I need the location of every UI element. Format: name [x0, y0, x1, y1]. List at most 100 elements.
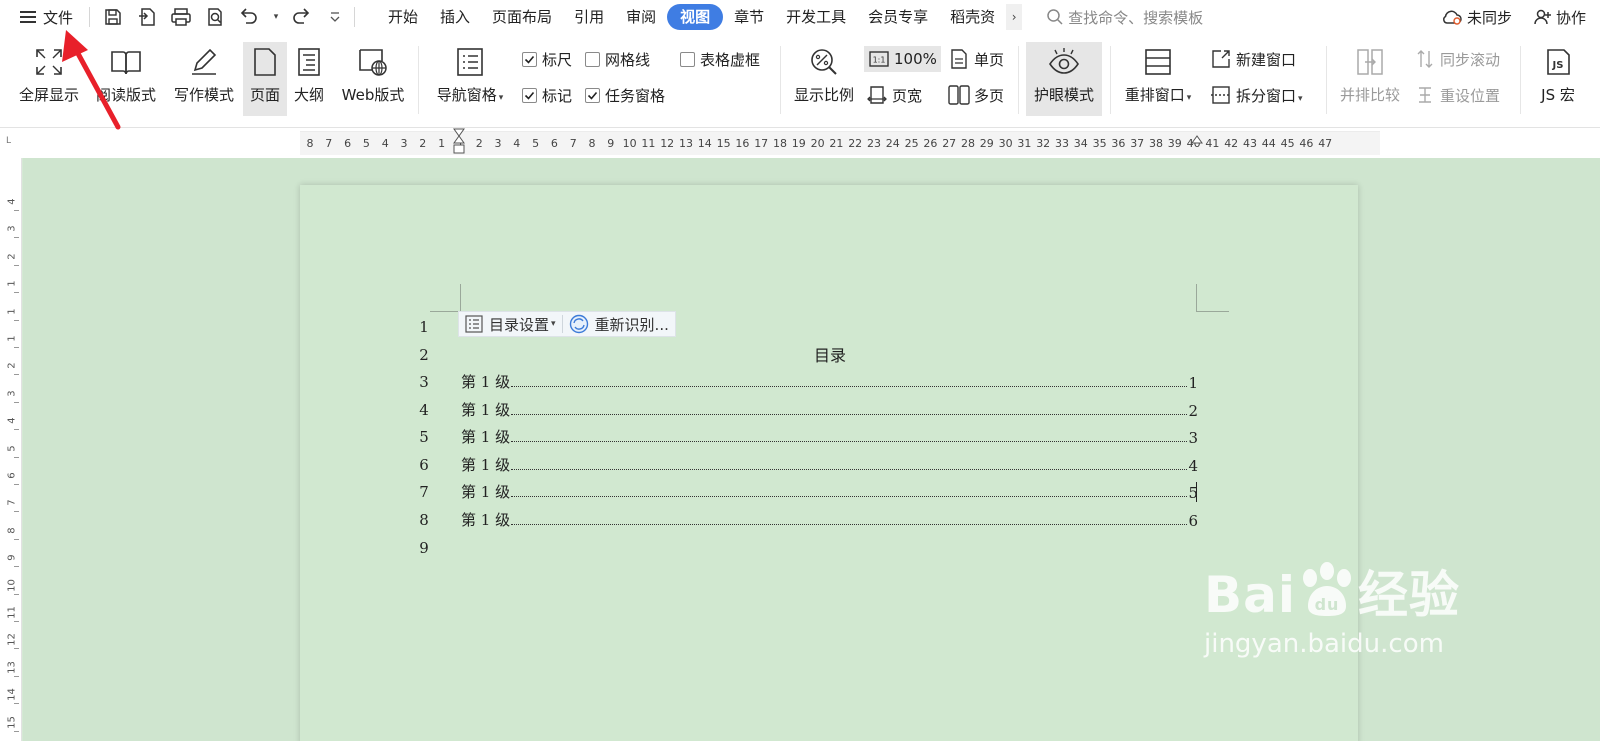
ruler-tick: [14, 675, 19, 677]
toc-entry[interactable]: 第 1 级 1: [461, 370, 1198, 392]
task-pane-checkbox[interactable]: 任务窗格: [585, 82, 665, 108]
new-window-icon: [1210, 48, 1232, 70]
tabs-more-button[interactable]: ›: [1006, 4, 1023, 30]
zoom-button[interactable]: 显示比例: [790, 42, 858, 116]
ruler-number: 3: [494, 137, 502, 150]
writing-mode-button[interactable]: 写作模式: [168, 42, 240, 116]
js-macro-button[interactable]: JS JS 宏: [1528, 42, 1588, 116]
tab-insert[interactable]: 插入: [429, 4, 481, 30]
fullscreen-button[interactable]: 全屏显示: [14, 42, 84, 116]
horizontal-ruler[interactable]: L 87654321123456789101112131415161718192…: [0, 128, 1600, 158]
toc-entry[interactable]: 第 1 级 3: [461, 425, 1198, 447]
toc-settings-button[interactable]: 目录设置 ▾: [459, 312, 562, 336]
menu-divider: [354, 7, 356, 27]
undo-icon[interactable]: [236, 4, 262, 30]
right-indent-marker-icon[interactable]: [1190, 128, 1204, 156]
tab-developer[interactable]: 开发工具: [775, 4, 857, 30]
ruler-checkbox[interactable]: 标尺: [522, 46, 572, 72]
web-layout-button[interactable]: Web版式: [336, 42, 410, 116]
rearrange-windows-button[interactable]: 重排窗口 ▾: [1118, 42, 1198, 116]
ribbon-tabs: 开始 插入 页面布局 引用 审阅 视图 章节 开发工具 会员专享 稻壳资 ›: [377, 4, 1023, 30]
ruler-number: 32: [1036, 137, 1051, 150]
tab-references[interactable]: 引用: [563, 4, 615, 30]
sync-scroll-icon: [1414, 48, 1436, 70]
single-page-button[interactable]: 单页: [948, 46, 1004, 72]
customize-toolbar-icon[interactable]: [322, 4, 348, 30]
marks-check-icon: [522, 87, 537, 103]
print-preview-icon[interactable]: [202, 4, 228, 30]
indent-marker-icon[interactable]: [452, 128, 466, 156]
zoom-100-button[interactable]: 1:1 100%: [864, 46, 941, 72]
sync-scroll-button[interactable]: 同步滚动: [1414, 46, 1500, 72]
ruler-number: 13: [6, 660, 18, 674]
text-cursor: [1196, 482, 1197, 502]
reset-position-button[interactable]: 重设位置: [1414, 82, 1500, 108]
undo-dropdown-icon[interactable]: ▾: [270, 4, 280, 30]
export-pdf-icon[interactable]: [134, 4, 160, 30]
outline-view-button[interactable]: 大纲: [290, 42, 328, 116]
table-gridlines-checkbox[interactable]: 表格虚框: [680, 46, 760, 72]
toc-entry[interactable]: 第 1 级 2: [461, 398, 1198, 420]
toc-entry-label: 第 1 级: [461, 428, 511, 446]
toc-refresh-button[interactable]: 重新识别...: [563, 312, 675, 336]
ruler-number: 38: [1149, 137, 1163, 150]
multi-page-icon: [948, 84, 970, 106]
tab-member[interactable]: 会员专享: [857, 4, 939, 30]
ruler-tick: [14, 347, 19, 348]
tab-stop-selector[interactable]: L: [6, 136, 11, 146]
sync-status-button[interactable]: 未同步: [1441, 7, 1512, 28]
js-macro-label: JS 宏: [1541, 86, 1575, 104]
ruler-number: 16: [735, 137, 750, 150]
page-width-button[interactable]: 页宽: [866, 82, 922, 108]
toc-entry[interactable]: 第 1 级 5: [461, 480, 1198, 502]
tab-chapter[interactable]: 章节: [723, 4, 775, 30]
collaborate-button[interactable]: 协作: [1534, 7, 1586, 28]
ruler-tick: [14, 237, 19, 239]
page-view-button[interactable]: 页面: [243, 42, 287, 116]
toc-entry[interactable]: 第 1 级 6: [461, 508, 1198, 530]
ribbon-divider: [780, 46, 781, 114]
eye-protection-mode-label: 护眼模式: [1033, 86, 1094, 104]
ruler-number: 3: [6, 225, 18, 233]
eye-protection-mode-button[interactable]: 护眼模式: [1026, 42, 1102, 116]
side-by-side-button[interactable]: 并排比较: [1334, 42, 1406, 116]
navigation-pane-icon: [450, 42, 490, 82]
menubar-right: 未同步 协作: [1441, 0, 1586, 34]
toc-entry-page: 6: [1188, 512, 1198, 530]
save-icon[interactable]: [100, 4, 126, 30]
reading-layout-button[interactable]: 阅读版式: [90, 42, 162, 116]
ruler-tick: [14, 429, 19, 431]
tab-page-layout[interactable]: 页面布局: [481, 4, 563, 30]
tab-review[interactable]: 审阅: [615, 4, 667, 30]
print-icon[interactable]: [168, 4, 194, 30]
vertical-ruler[interactable]: 4 3 2 1 1 1 2 3 4 5 6 7 8 9 10 11 12 13 14 15: [0, 158, 22, 741]
split-window-button[interactable]: 拆分窗口 ▾: [1210, 82, 1303, 108]
sync-status-label: 未同步: [1466, 8, 1512, 27]
marks-checkbox[interactable]: 标记: [522, 82, 572, 108]
ruler-number: 18: [773, 137, 787, 150]
navigation-pane-button[interactable]: 导航窗格 ▾: [430, 42, 510, 116]
view-ribbon: 全屏显示 阅读版式 写作模式 页面 大纲 Web版式 导航窗格 ▾ 标尺 网格线…: [0, 34, 1600, 128]
ruler-number: 6: [550, 137, 558, 150]
tab-view[interactable]: 视图: [667, 4, 724, 30]
toc-leader-dots: [511, 496, 1188, 497]
ruler-number: 29: [979, 137, 994, 150]
tab-home[interactable]: 开始: [377, 4, 429, 30]
redo-icon[interactable]: [288, 4, 314, 30]
split-window-label: 拆分窗口 ▾: [1236, 86, 1303, 105]
toc-entry[interactable]: 第 1 级 4: [461, 453, 1198, 475]
new-window-button[interactable]: 新建窗口: [1210, 46, 1296, 72]
zoom-label: 显示比例: [793, 86, 854, 104]
file-menu-button[interactable]: 文件: [0, 0, 83, 34]
command-search[interactable]: 查找命令、搜索模板: [1046, 7, 1203, 28]
line-number: 2: [419, 346, 429, 364]
gridlines-checkbox[interactable]: 网格线: [585, 46, 650, 72]
tab-docer[interactable]: 稻壳资: [939, 4, 1006, 30]
toc-leader-dots: [511, 441, 1188, 442]
ruler-number: 43: [1243, 137, 1257, 150]
ruler-number: 41: [1205, 137, 1220, 150]
ribbon-divider: [1520, 46, 1521, 114]
multi-page-button[interactable]: 多页: [948, 82, 1004, 108]
ruler-label: 标尺: [542, 50, 573, 69]
toc-title[interactable]: 目录: [780, 342, 880, 366]
